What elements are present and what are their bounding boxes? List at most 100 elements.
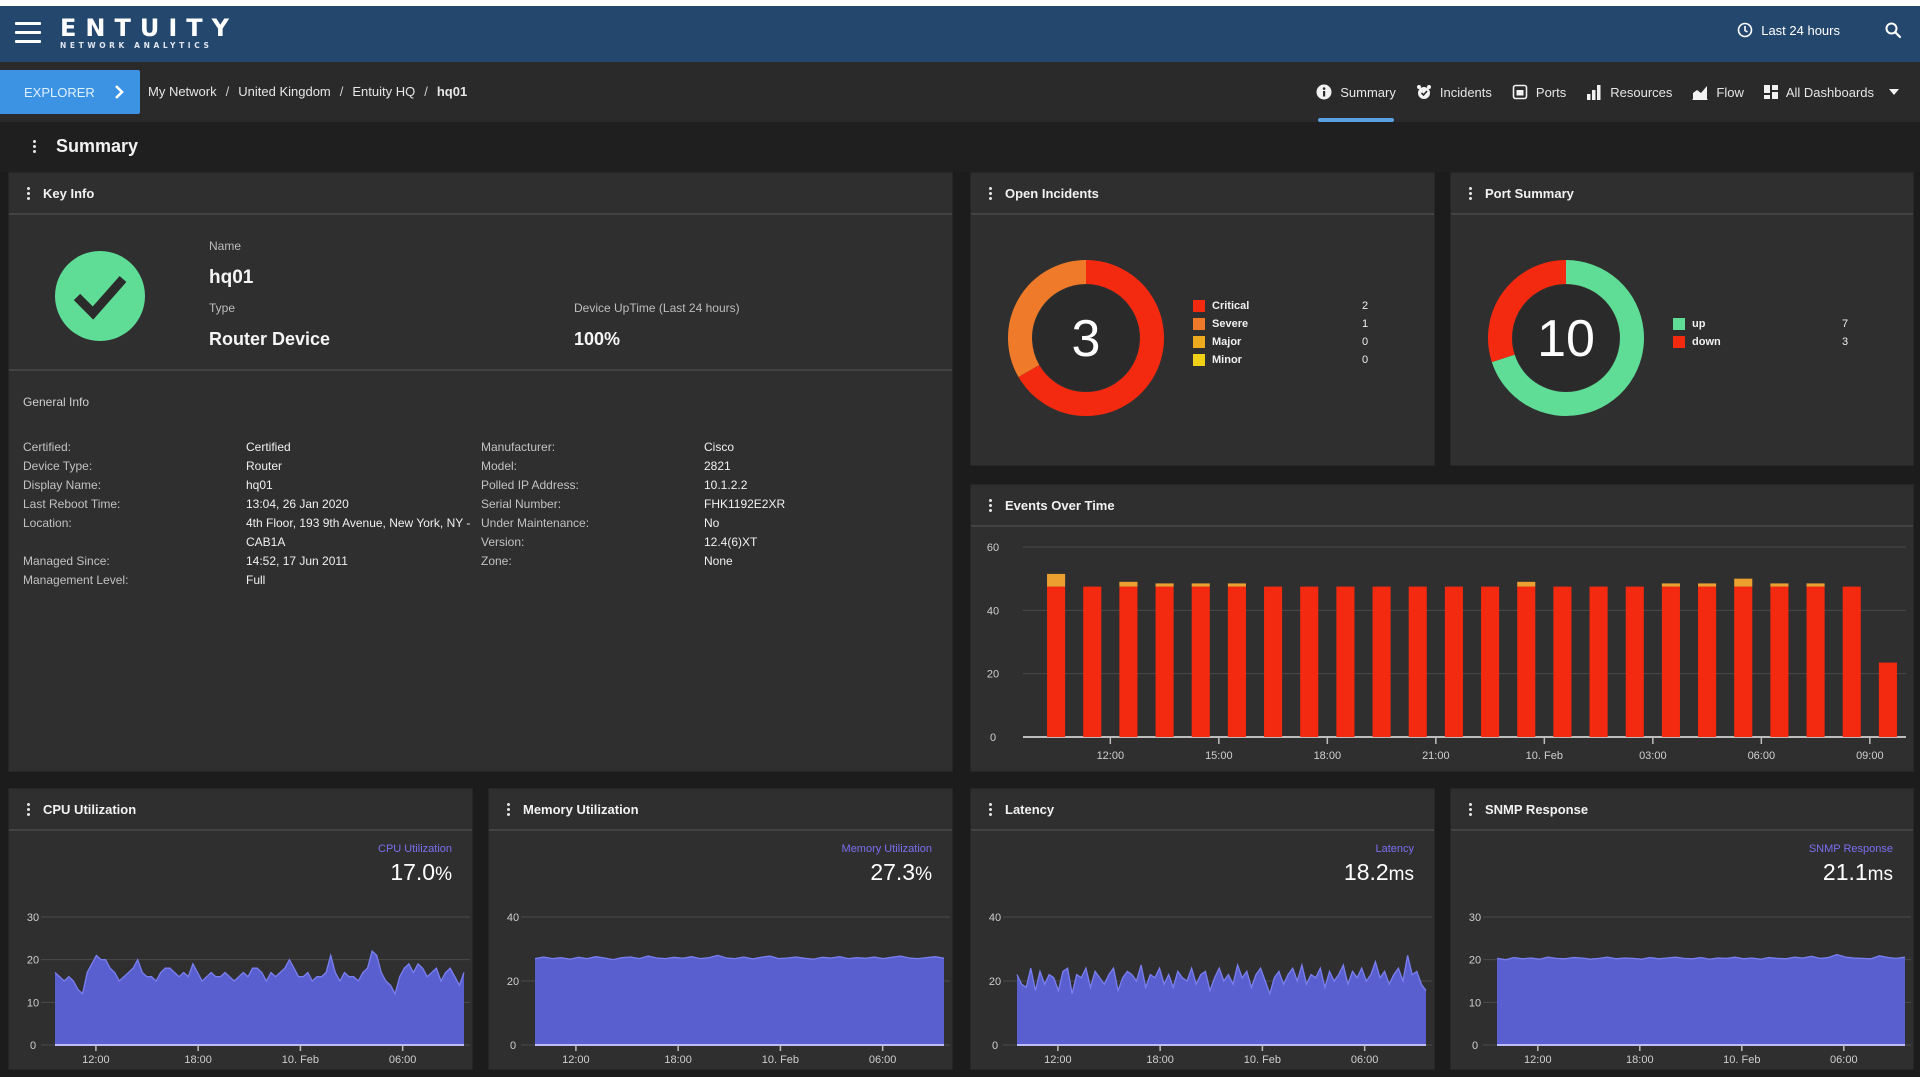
info-value: 13:04, 26 Jan 2020 (246, 497, 349, 511)
info-value: Full (246, 573, 266, 587)
bar-severe[interactable] (1155, 583, 1174, 587)
hamburger-menu-icon[interactable] (15, 22, 41, 44)
bar-severe[interactable] (1227, 583, 1246, 587)
bar-critical[interactable] (1119, 586, 1138, 737)
tab-all-dashboards[interactable]: All Dashboards (1754, 62, 1910, 122)
x-tick-label: 12:00 (1097, 750, 1125, 762)
bar-critical[interactable] (1878, 662, 1897, 737)
x-tick-label: 10. Feb (1244, 1054, 1281, 1066)
info-key: Polled IP Address: (481, 478, 579, 492)
key-info-card: Key Info Name hq01 Type Router Device De… (8, 172, 953, 772)
legend-label: Critical (1212, 300, 1250, 312)
bar-critical[interactable] (1191, 586, 1210, 737)
area-fill (1017, 955, 1426, 1045)
tab-summary[interactable]: Summary (1306, 62, 1406, 122)
legend-swatch (1193, 318, 1205, 330)
bar-severe[interactable] (1119, 581, 1138, 587)
card-title: CPU Utilization (43, 801, 137, 817)
legend-value: 3 (1842, 336, 1849, 348)
bar-critical[interactable] (1734, 586, 1753, 737)
card-title: Events Over Time (1005, 497, 1115, 513)
info-key: Last Reboot Time: (23, 497, 121, 511)
area-fill (1497, 954, 1905, 1045)
bar-severe[interactable] (1770, 583, 1789, 587)
card-menu-icon[interactable] (1469, 186, 1473, 200)
bar-critical[interactable] (1806, 586, 1825, 737)
breadcrumb-item[interactable]: My Network (148, 84, 217, 99)
tab-ports[interactable]: Ports (1502, 62, 1576, 122)
bar-critical[interactable] (1372, 586, 1391, 737)
bar-severe[interactable] (1191, 583, 1210, 587)
port-icon (1512, 84, 1528, 100)
bar-critical[interactable] (1264, 586, 1283, 737)
page-menu-icon[interactable] (33, 140, 37, 153)
card-menu-icon[interactable] (1469, 802, 1473, 816)
clock-icon (1737, 22, 1753, 38)
uptime-value: 100% (574, 329, 621, 349)
explorer-button[interactable]: EXPLORER (0, 70, 140, 114)
bar-critical[interactable] (1155, 586, 1174, 737)
info-value: 4th Floor, 193 9th Avenue, New York, NY … (246, 516, 471, 549)
legend-item[interactable]: Minor 0 (1193, 351, 1368, 369)
breadcrumb-item[interactable]: United Kingdom (238, 84, 331, 99)
card-menu-icon[interactable] (989, 186, 993, 200)
breadcrumb-current: hq01 (436, 84, 468, 99)
bar-critical[interactable] (1408, 586, 1427, 737)
metric-value: 18.2ms (1343, 859, 1414, 885)
info-value: FHK1192E2XR (704, 497, 786, 511)
card-menu-icon[interactable] (989, 498, 993, 512)
card-menu-icon[interactable] (27, 186, 31, 200)
donut-total: 3 (1072, 310, 1101, 368)
info-row: Last Reboot Time: 13:04, 26 Jan 2020 (23, 495, 476, 514)
card-header: Latency (971, 789, 1434, 831)
bar-critical[interactable] (1047, 586, 1066, 737)
info-value: None (704, 554, 733, 568)
bar-critical[interactable] (1300, 586, 1319, 737)
y-tick-label: 40 (987, 605, 999, 617)
card-menu-icon[interactable] (989, 802, 993, 816)
legend-item[interactable]: Major 0 (1193, 333, 1368, 351)
bar-severe[interactable] (1517, 581, 1536, 587)
bar-critical[interactable] (1336, 586, 1355, 737)
legend-item[interactable]: Critical 2 (1193, 297, 1368, 315)
tab-incidents[interactable]: Incidents (1406, 62, 1502, 122)
caret-down-icon (1889, 89, 1899, 95)
bar-critical[interactable] (1481, 586, 1500, 737)
time-range-selector[interactable]: Last 24 hours (1737, 22, 1840, 38)
legend-label: Minor (1212, 354, 1242, 366)
bar-critical[interactable] (1625, 586, 1644, 737)
breadcrumb-item[interactable]: Entuity HQ (352, 84, 415, 99)
legend-item[interactable]: down 3 (1673, 333, 1848, 351)
latency-area-chart: 0 20 40 12:00 18:00 10. Feb 06:00 (989, 912, 1432, 1066)
bar-severe[interactable] (1734, 578, 1753, 587)
info-key: Certified: (23, 440, 72, 454)
legend-label: Major (1212, 336, 1242, 348)
x-tick-label: 21:00 (1422, 750, 1450, 762)
bar-critical[interactable] (1444, 586, 1463, 737)
bar-critical[interactable] (1589, 586, 1608, 737)
bar-critical[interactable] (1553, 586, 1572, 737)
tab-resources[interactable]: Resources (1576, 62, 1682, 122)
bar-critical[interactable] (1083, 586, 1102, 737)
bar-severe[interactable] (1661, 583, 1680, 587)
bar-critical[interactable] (1227, 586, 1246, 737)
x-tick-label: 18:00 (184, 1054, 212, 1066)
bar-critical[interactable] (1517, 586, 1536, 737)
bar-critical[interactable] (1842, 586, 1861, 737)
bar-critical[interactable] (1770, 586, 1789, 737)
legend-label: up (1692, 318, 1706, 330)
info-value: Router (246, 459, 283, 473)
bar-severe[interactable] (1806, 583, 1825, 587)
search-icon[interactable] (1884, 21, 1902, 39)
bar-severe[interactable] (1698, 583, 1717, 587)
bar-critical[interactable] (1698, 586, 1717, 737)
legend-item[interactable]: up 7 (1673, 315, 1848, 333)
legend-item[interactable]: Severe 1 (1193, 315, 1368, 333)
bar-critical[interactable] (1661, 586, 1680, 737)
card-menu-icon[interactable] (507, 802, 511, 816)
tab-flow[interactable]: Flow (1682, 62, 1753, 122)
bar-severe[interactable] (1047, 573, 1066, 587)
card-menu-icon[interactable] (27, 802, 31, 816)
legend-swatch (1193, 336, 1205, 348)
y-tick-label: 0 (990, 732, 996, 744)
